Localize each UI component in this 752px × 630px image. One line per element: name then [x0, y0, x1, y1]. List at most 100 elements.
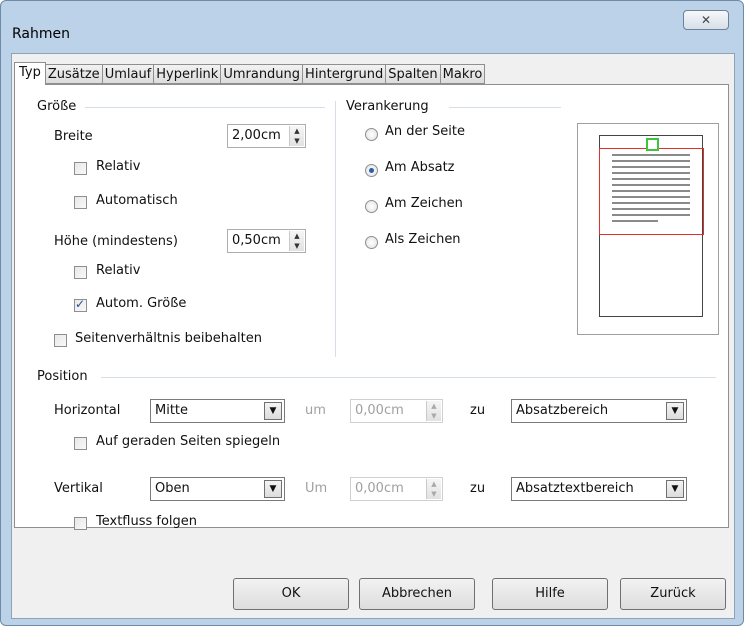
spin-up-icon[interactable]: ▲ — [290, 126, 304, 136]
dialog-window: Rahmen ✕ Typ Zusätze Umlauf Hyperlink Um… — [0, 0, 744, 626]
relativ1-checkbox[interactable] — [74, 162, 87, 175]
preview-text-line — [612, 208, 690, 210]
tab-hintergrund[interactable]: Hintergrund — [303, 64, 387, 84]
autom-groesse-checkbox[interactable] — [74, 297, 87, 312]
groesse-group-line — [85, 107, 325, 108]
zu2-value: Absatztextbereich — [516, 481, 634, 496]
groesse-group-title: Größe — [37, 99, 77, 114]
dialog-title: Rahmen — [12, 26, 70, 42]
um2-value: 0,00cm — [355, 481, 404, 496]
position-group-line — [101, 377, 716, 378]
automatisch-label: Automatisch — [96, 193, 178, 208]
anchor-radio-als-zeichen[interactable] — [365, 236, 378, 249]
spin-up-icon[interactable]: ▲ — [427, 479, 441, 489]
um2-spinner[interactable]: 0,00cm ▲ ▼ — [350, 477, 443, 501]
preview-text-line — [612, 184, 690, 186]
cancel-button[interactable]: Abbrechen — [359, 578, 475, 610]
vertikal-value: Oben — [155, 481, 190, 496]
seitenverhaeltnis-checkbox[interactable] — [54, 334, 67, 347]
tab-zusaetze[interactable]: Zusätze — [45, 64, 103, 84]
anchor-label-absatz: Am Absatz — [385, 160, 455, 175]
close-button[interactable]: ✕ — [683, 10, 729, 30]
zu1-value: Absatzbereich — [516, 403, 609, 418]
preview-text-line — [612, 190, 690, 192]
tab-makro[interactable]: Makro — [440, 64, 486, 84]
tab-umrandung[interactable]: Umrandung — [221, 64, 304, 84]
tab-typ[interactable]: Typ — [14, 62, 46, 85]
chevron-down-icon[interactable]: ▼ — [666, 480, 684, 498]
verankerung-group-title: Verankerung — [346, 99, 429, 114]
preview-text-line — [612, 220, 658, 222]
hoehe-arrows[interactable]: ▲ ▼ — [289, 231, 304, 251]
hoehe-label: Höhe (mindestens) — [54, 234, 178, 249]
hoehe-spinner[interactable]: 0,50cm ▲ ▼ — [227, 229, 306, 253]
group-separator — [335, 101, 336, 357]
spiegeln-label: Auf geraden Seiten spiegeln — [96, 434, 281, 449]
autom-groesse-label: Autom. Größe — [96, 296, 187, 311]
textfluss-label: Textfluss folgen — [96, 514, 198, 529]
breite-arrows[interactable]: ▲ ▼ — [289, 126, 304, 146]
zu2-label: zu — [470, 481, 486, 496]
anchor-label-als-zeichen: Als Zeichen — [385, 232, 461, 247]
reset-button[interactable]: Zurück — [620, 578, 726, 610]
zu1-label: zu — [470, 403, 486, 418]
anchor-preview — [577, 123, 719, 335]
position-group-title: Position — [37, 369, 88, 384]
spin-down-icon[interactable]: ▼ — [427, 489, 441, 499]
anchor-label-seite: An der Seite — [385, 124, 465, 139]
automatisch-checkbox[interactable] — [74, 196, 87, 209]
preview-text-line — [612, 202, 690, 204]
relativ2-label: Relativ — [96, 263, 141, 278]
preview-text-line — [612, 172, 690, 174]
tab-hyperlink[interactable]: Hyperlink — [154, 64, 222, 84]
breite-value: 2,00cm — [232, 128, 281, 143]
textfluss-checkbox[interactable] — [74, 517, 87, 530]
spin-up-icon[interactable]: ▲ — [427, 401, 441, 411]
anchor-radio-absatz[interactable] — [365, 164, 378, 177]
preview-text-line — [612, 196, 690, 198]
relativ1-label: Relativ — [96, 159, 141, 174]
anchor-radio-seite[interactable] — [365, 128, 378, 141]
breite-spinner[interactable]: 2,00cm ▲ ▼ — [227, 124, 306, 148]
spiegeln-checkbox[interactable] — [74, 437, 87, 450]
preview-text-line — [612, 178, 690, 180]
ok-button[interactable]: OK — [233, 578, 349, 610]
zu2-select[interactable]: Absatztextbereich ▼ — [511, 477, 687, 501]
um2-arrows[interactable]: ▲ ▼ — [426, 479, 441, 499]
preview-page — [599, 135, 704, 317]
preview-text-line — [612, 166, 690, 168]
dialog-client: Typ Zusätze Umlauf Hyperlink Umrandung H… — [11, 53, 735, 619]
spin-up-icon[interactable]: ▲ — [290, 231, 304, 241]
um1-label: um — [305, 403, 326, 418]
spin-down-icon[interactable]: ▼ — [427, 411, 441, 421]
preview-frame — [646, 138, 659, 151]
um1-spinner[interactable]: 0,00cm ▲ ▼ — [350, 399, 443, 423]
tab-bar: Typ Zusätze Umlauf Hyperlink Umrandung H… — [14, 62, 486, 85]
close-icon: ✕ — [700, 13, 712, 27]
tab-spalten[interactable]: Spalten — [386, 64, 441, 84]
um1-value: 0,00cm — [355, 403, 404, 418]
preview-text-line — [612, 160, 690, 162]
vertikal-select[interactable]: Oben ▼ — [150, 477, 285, 501]
verankerung-group-line — [449, 107, 561, 108]
spin-down-icon[interactable]: ▼ — [290, 136, 304, 146]
seitenverhaeltnis-label: Seitenverhältnis beibehalten — [75, 331, 262, 346]
chevron-down-icon[interactable]: ▼ — [264, 480, 282, 498]
chevron-down-icon[interactable]: ▼ — [666, 402, 684, 420]
hoehe-value: 0,50cm — [232, 233, 281, 248]
tab-umlauf[interactable]: Umlauf — [102, 64, 155, 84]
relativ2-checkbox[interactable] — [74, 266, 87, 279]
preview-text-line — [612, 154, 690, 156]
tab-panel-typ: Größe Breite 2,00cm ▲ ▼ Relativ Automatis… — [14, 84, 729, 530]
help-button[interactable]: Hilfe — [492, 578, 608, 610]
horizontal-value: Mitte — [155, 403, 189, 418]
vertikal-label: Vertikal — [54, 481, 103, 496]
zu1-select[interactable]: Absatzbereich ▼ — [511, 399, 687, 423]
um2-label: Um — [305, 481, 328, 496]
anchor-radio-zeichen[interactable] — [365, 200, 378, 213]
um1-arrows[interactable]: ▲ ▼ — [426, 401, 441, 421]
spin-down-icon[interactable]: ▼ — [290, 241, 304, 251]
chevron-down-icon[interactable]: ▼ — [264, 402, 282, 420]
preview-text-line — [612, 214, 690, 216]
horizontal-select[interactable]: Mitte ▼ — [150, 399, 285, 423]
